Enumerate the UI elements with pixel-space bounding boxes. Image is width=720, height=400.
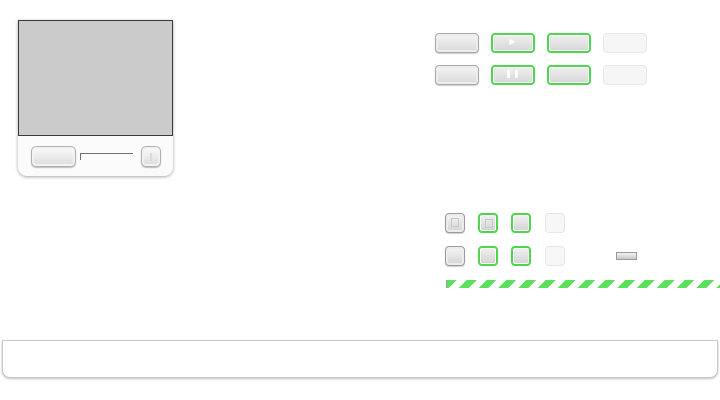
play-toggle-button[interactable]: ▶ — [491, 33, 535, 53]
square-button-5[interactable] — [445, 246, 465, 266]
wide-button-7[interactable] — [547, 65, 591, 85]
wide-button-1[interactable] — [435, 33, 479, 53]
square-button-1-icon — [451, 218, 459, 227]
media-player-panel — [18, 20, 173, 176]
seek-slider[interactable] — [80, 153, 133, 154]
wide-button-8[interactable] — [603, 65, 647, 85]
mini-slider-thumb[interactable] — [616, 252, 637, 260]
play-icon: ▶ — [509, 37, 517, 46]
striped-progress-bar — [446, 280, 720, 288]
wide-button-3[interactable] — [547, 33, 591, 53]
fullscreen-icon — [150, 153, 152, 161]
square-button-2[interactable] — [478, 213, 498, 233]
square-button-3[interactable] — [511, 213, 531, 233]
pause-icon: ❚❚ — [505, 69, 521, 78]
wide-button-5[interactable] — [435, 65, 479, 85]
video-area[interactable] — [18, 20, 173, 136]
bottom-text-panel[interactable] — [2, 340, 718, 378]
square-button-8[interactable] — [545, 246, 565, 266]
square-button-6[interactable] — [478, 246, 498, 266]
seek-slider-handle[interactable] — [80, 153, 81, 160]
square-button-7[interactable] — [511, 246, 531, 266]
square-button-1[interactable] — [445, 213, 465, 233]
pause-toggle-button[interactable]: ❚❚ — [491, 65, 535, 85]
fullscreen-button[interactable] — [141, 146, 161, 167]
play-button[interactable] — [31, 146, 76, 167]
square-button-2-icon — [485, 219, 493, 228]
wide-button-4[interactable] — [603, 33, 647, 53]
square-button-4[interactable] — [545, 213, 565, 233]
